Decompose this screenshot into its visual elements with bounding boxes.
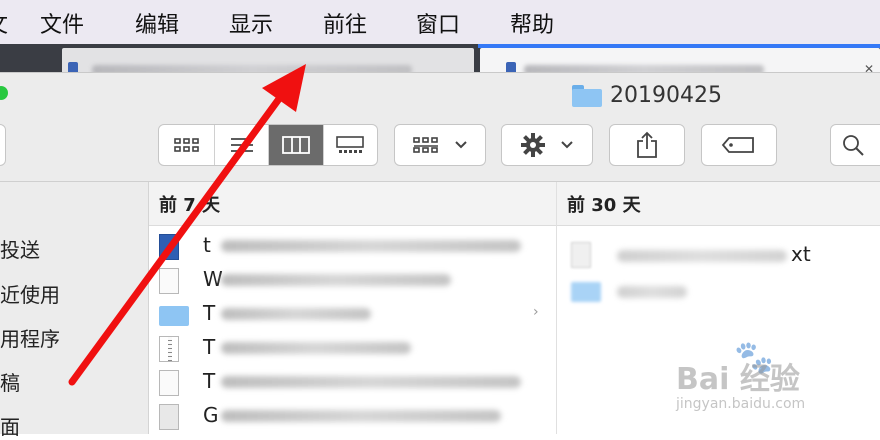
watermark-brand: Bai 经验 xyxy=(676,362,800,397)
folder-icon xyxy=(571,282,601,302)
folder-icon xyxy=(159,306,189,326)
list-item[interactable]: T xyxy=(149,364,549,398)
back-forward-group[interactable] xyxy=(0,124,6,166)
list-item[interactable]: W xyxy=(149,262,549,296)
menu-help[interactable]: 帮助 xyxy=(510,7,554,39)
file-name-lead: W xyxy=(203,267,223,291)
column-header: 前 7 天 xyxy=(149,182,556,226)
sidebar-item-documents[interactable]: 文稿 xyxy=(0,367,20,396)
file-name-lead: T xyxy=(203,301,216,325)
blurred-file-name xyxy=(617,286,687,298)
icon-view-button[interactable] xyxy=(159,125,216,165)
text-document-icon xyxy=(571,242,591,268)
sidebar-item-desktop[interactable]: 桌面 xyxy=(0,411,20,440)
window-title-text: 20190425 xyxy=(610,83,722,108)
blurred-file-name xyxy=(617,250,787,262)
column-header-label: 前 30 天 xyxy=(567,194,641,216)
column-previous-7-days: 前 7 天 t W T › T T G xyxy=(149,182,557,434)
list-item[interactable]: G xyxy=(149,398,549,432)
menu-go[interactable]: 前往 xyxy=(323,7,367,39)
word-document-icon xyxy=(159,234,179,260)
file-name-lead: T xyxy=(203,369,216,393)
list-item[interactable]: xt xyxy=(557,238,880,272)
active-tab-indicator xyxy=(478,44,880,48)
list-item[interactable]: T › xyxy=(149,296,549,330)
share-icon xyxy=(637,131,657,158)
blurred-file-name xyxy=(221,240,521,252)
text-document-icon xyxy=(159,268,179,294)
chevron-down-icon xyxy=(455,141,467,149)
tag-icon xyxy=(721,137,754,153)
column-view-button[interactable] xyxy=(269,125,324,165)
blurred-file-name xyxy=(221,342,411,354)
blurred-file-name xyxy=(221,376,521,388)
list-item[interactable]: T xyxy=(149,330,549,364)
text-document-icon xyxy=(159,370,179,396)
file-name-lead: t xyxy=(203,233,211,257)
blurred-file-name xyxy=(221,274,451,286)
column-header-label: 前 7 天 xyxy=(159,194,221,216)
blurred-file-name xyxy=(221,410,501,422)
list-item[interactable] xyxy=(557,274,880,308)
search-field[interactable] xyxy=(830,124,880,166)
file-name-lead: T xyxy=(203,335,216,359)
menu-file[interactable]: 文件 xyxy=(40,7,84,39)
zoom-window-button[interactable] xyxy=(0,86,8,100)
sidebar-item-recents[interactable]: 最近使用 xyxy=(0,279,60,308)
watermark-url: jingyan.baidu.com xyxy=(676,396,806,412)
list-item[interactable]: t xyxy=(149,228,549,262)
folder-icon xyxy=(572,84,602,107)
menu-bar: 文 文件 编辑 显示 前往 窗口 帮助 xyxy=(0,0,880,44)
menu-edit[interactable]: 编辑 xyxy=(135,7,179,39)
share-button[interactable] xyxy=(609,124,685,166)
file-name-tail: xt xyxy=(791,242,811,266)
menu-view[interactable]: 显示 xyxy=(229,7,273,39)
list-view-button[interactable] xyxy=(215,125,270,165)
file-name-lead: G xyxy=(203,403,219,427)
icon-view-icon xyxy=(173,138,199,152)
baidu-watermark: 🐾 Bai 经验 jingyan.baidu.com xyxy=(676,328,876,418)
gallery-view-icon xyxy=(336,136,365,153)
group-icon xyxy=(413,137,438,153)
gallery-view-button[interactable] xyxy=(324,125,377,165)
zip-archive-icon xyxy=(159,336,179,362)
list-view-icon xyxy=(230,138,253,152)
action-button[interactable] xyxy=(501,124,593,166)
view-mode-switcher xyxy=(158,124,378,166)
sidebar-item-airdrop[interactable]: 空投送 xyxy=(0,234,40,263)
gear-icon xyxy=(521,133,545,157)
column-view-icon xyxy=(282,136,311,154)
sidebar-item-applications[interactable]: 应用程序 xyxy=(0,323,60,352)
window-title: 20190425 xyxy=(572,83,722,108)
column-header: 前 30 天 xyxy=(557,182,880,226)
sidebar: 空投送 最近使用 应用程序 文稿 桌面 xyxy=(0,182,149,439)
chevron-right-icon: › xyxy=(533,304,539,320)
menu-apple-partial[interactable]: 文 xyxy=(0,7,8,39)
menu-window[interactable]: 窗口 xyxy=(416,7,460,39)
chevron-down-icon xyxy=(561,141,573,149)
blurred-file-name xyxy=(221,308,371,320)
search-icon xyxy=(843,135,864,156)
image-document-icon xyxy=(159,404,179,430)
tag-button[interactable] xyxy=(701,124,777,166)
group-by-button[interactable] xyxy=(394,124,486,166)
